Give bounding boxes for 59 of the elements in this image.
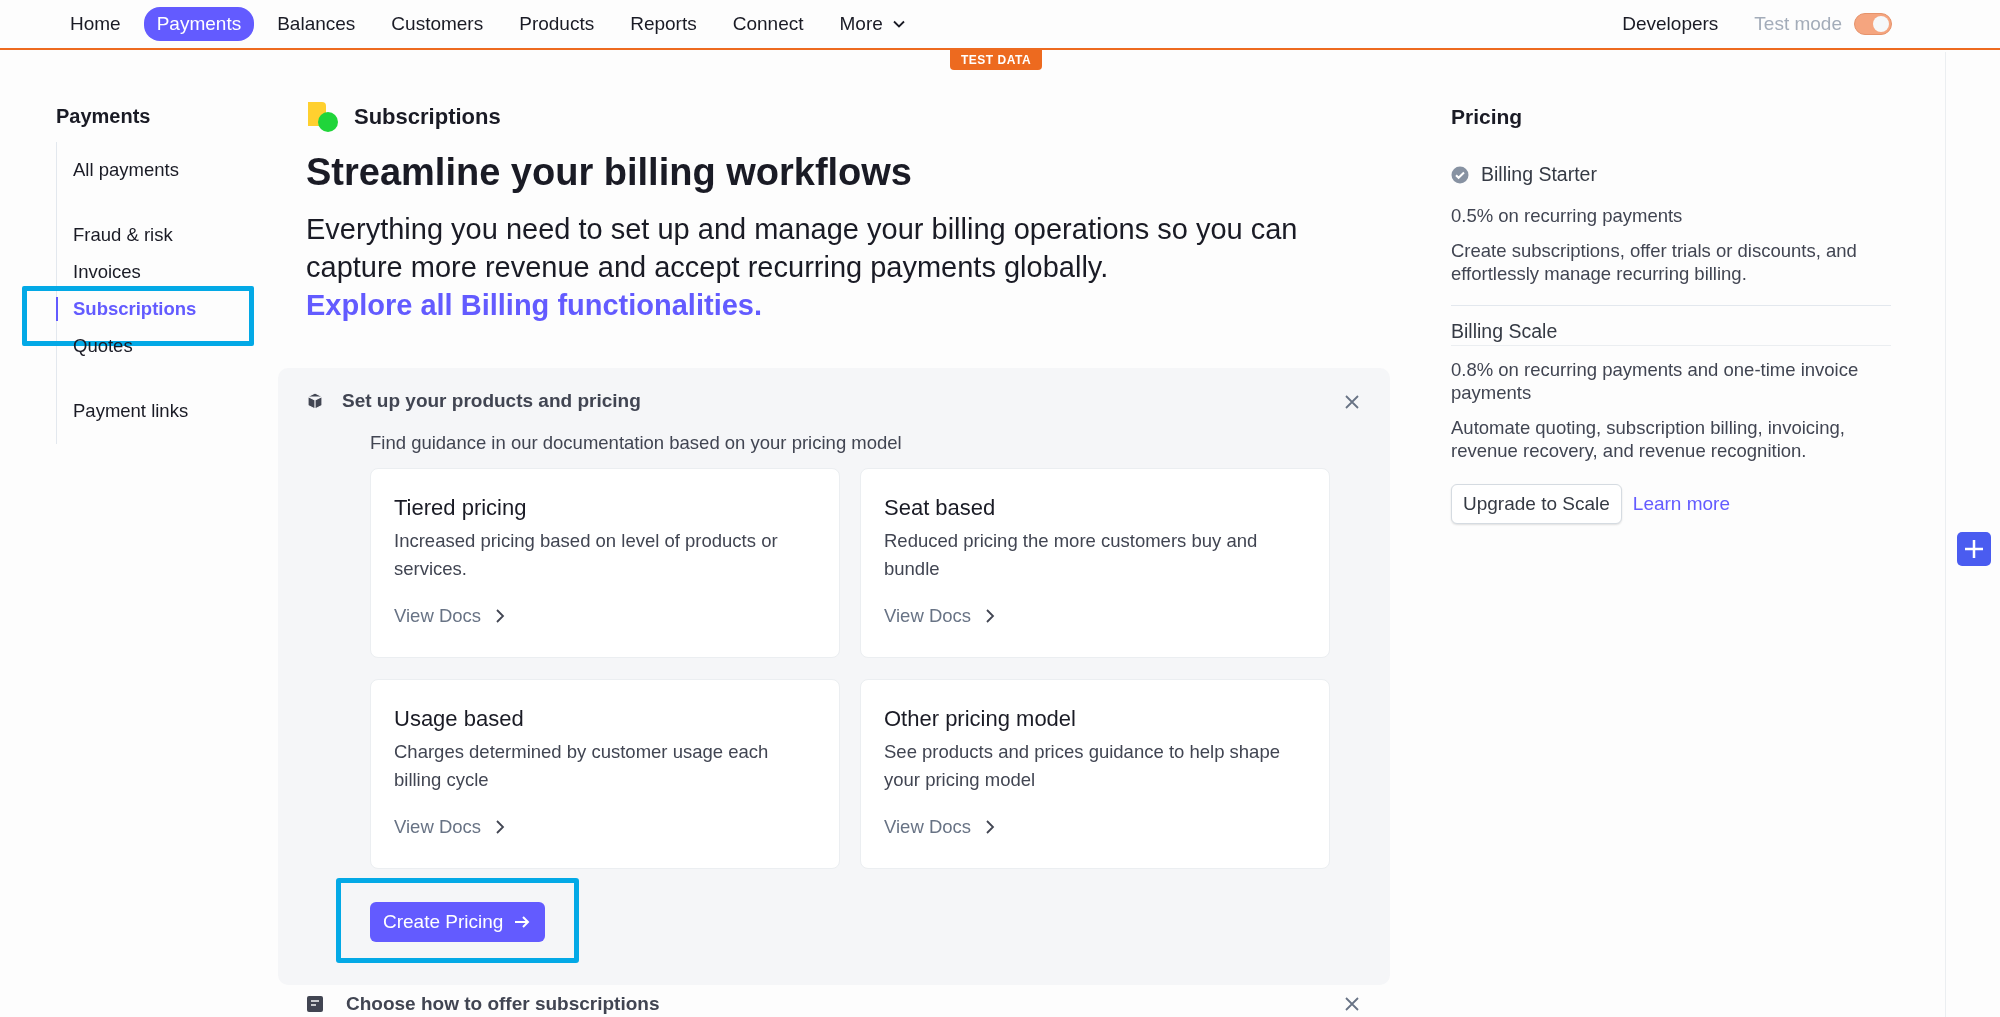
plan-description: Create subscriptions, offer trials or discounts, and effortlessly manage recurring billing.: [1451, 239, 1858, 285]
view-docs-link[interactable]: View Docs: [394, 604, 506, 627]
view-docs-link[interactable]: View Docs: [884, 604, 996, 627]
nav-tab[interactable]: Balances: [264, 7, 369, 41]
nav-tab[interactable]: Payments: [143, 7, 255, 41]
close-button[interactable]: [1344, 393, 1360, 410]
add-button[interactable]: [1957, 532, 1991, 566]
nav-tab[interactable]: Connect: [719, 7, 817, 41]
nav-tab[interactable]: Home: [57, 7, 134, 41]
view-docs-link[interactable]: View Docs: [394, 815, 506, 838]
card-description: Charges determined by customer usage each billing cycle: [394, 739, 770, 792]
subscriptions-logo-icon: [306, 100, 340, 134]
explore-link[interactable]: Explore all Billing functionalities.: [306, 288, 762, 321]
sidebar-item[interactable]: Invoices: [57, 256, 141, 293]
nav-tab[interactable]: Customers: [378, 7, 497, 41]
sidebar-title: Payments: [56, 105, 151, 128]
section-title: Choose how to offer subscriptions: [346, 993, 660, 1014]
card-title: Usage based: [394, 705, 525, 732]
plan-description: Automate quoting, subscription billing, invoicing, revenue recovery, and revenue recognition.: [1451, 416, 1846, 462]
plus-icon: [1963, 538, 1985, 560]
panel-subtitle: Find guidance in our documentation based on your pricing model: [370, 431, 903, 454]
pricing-title: Pricing: [1451, 105, 1523, 129]
chevron-right-icon: [495, 818, 506, 835]
box-icon: [306, 391, 324, 410]
sidebar-item[interactable]: All payments: [57, 154, 179, 191]
create-pricing-button[interactable]: Create Pricing: [370, 901, 546, 942]
learn-more-link[interactable]: Learn more: [1632, 493, 1730, 515]
sidebar-item[interactable]: Payment links: [57, 395, 189, 432]
chevron-right-icon: [985, 607, 996, 624]
card-title: Other pricing model: [884, 705, 1077, 732]
chevron-right-icon: [495, 607, 506, 624]
sidebar-item[interactable]: Fraud & risk: [57, 219, 173, 256]
page-heading: Streamline your billing workflows: [306, 150, 913, 195]
close-button[interactable]: [1344, 995, 1360, 1012]
developers-link[interactable]: Developers: [1622, 13, 1719, 35]
more-menu[interactable]: More: [826, 7, 920, 41]
plan-rate: 0.5% on recurring payments: [1451, 204, 1684, 227]
plan-name: Billing Starter: [1481, 163, 1597, 186]
test-mode-label: Test mode: [1754, 13, 1842, 35]
sidebar-item[interactable]: Subscriptions: [57, 293, 197, 330]
chevron-right-icon: [985, 818, 996, 835]
plan-rate: 0.8% on recurring payments and one-time invoice payments: [1451, 358, 1860, 404]
test-data-badge: TEST DATA: [950, 50, 1043, 70]
card-title: Tiered pricing: [394, 494, 528, 521]
section-title: Subscriptions: [354, 104, 501, 130]
section-icon: [306, 994, 324, 1013]
nav-tab[interactable]: Products: [506, 7, 608, 41]
card-description: See products and prices guidance to help shape your pricing model: [884, 739, 1281, 792]
card-description: Increased pricing based on level of products or services.: [394, 528, 779, 581]
upgrade-button[interactable]: Upgrade to Scale: [1451, 484, 1622, 524]
sidebar-item[interactable]: Quotes: [57, 330, 133, 367]
card-title: Seat based: [884, 494, 997, 521]
panel-title: Set up your products and pricing: [342, 389, 641, 412]
intro-paragraph: Everything you need to set up and manage your billing operations so you can capture more revenue and accept recurring payments globally. Explore all Billing functionalities.: [306, 211, 1299, 323]
plan-name: Billing Scale: [1451, 320, 1558, 343]
view-docs-link[interactable]: View Docs: [884, 815, 996, 838]
test-mode-toggle[interactable]: [1854, 13, 1892, 35]
nav-tab[interactable]: Reports: [617, 7, 710, 41]
card-description: Reduced pricing the more customers buy and bundle: [884, 528, 1259, 581]
